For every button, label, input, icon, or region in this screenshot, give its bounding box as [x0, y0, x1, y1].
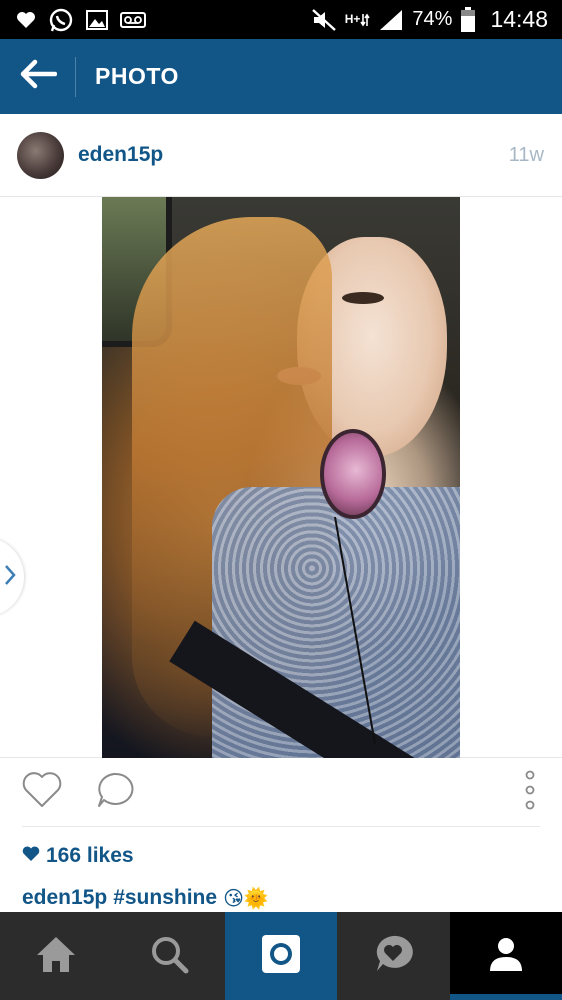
- tab-camera[interactable]: [224, 912, 338, 1000]
- post-username[interactable]: eden15p: [78, 143, 163, 167]
- whatsapp-icon: [48, 7, 74, 33]
- likes-count: 166 likes: [46, 844, 134, 867]
- network-icon: H+: [345, 12, 371, 28]
- page-title: PHOTO: [95, 63, 179, 89]
- tab-search[interactable]: [112, 912, 224, 1000]
- battery-icon: [460, 6, 476, 33]
- photo-headphone: [320, 429, 386, 519]
- tab-activity[interactable]: [337, 912, 449, 1000]
- bottom-nav: [0, 912, 562, 1000]
- more-vertical-icon: [524, 770, 536, 815]
- mute-icon: [311, 8, 337, 32]
- caption-username[interactable]: eden15p: [22, 886, 107, 910]
- camera-icon: [260, 933, 302, 980]
- avatar[interactable]: [17, 131, 64, 179]
- network-type-label: H+: [344, 12, 361, 26]
- photo-eye: [342, 292, 384, 304]
- voicemail-icon: [120, 11, 146, 28]
- like-button[interactable]: [20, 770, 64, 814]
- heart-filled-icon: [22, 844, 40, 868]
- post-photo[interactable]: [102, 197, 460, 758]
- status-bar: H+ 74% 14:48: [0, 0, 562, 39]
- post-header: eden15p 11w: [0, 114, 562, 196]
- caption-emojis: 😘🌞: [223, 887, 269, 910]
- tab-profile[interactable]: [449, 912, 562, 1000]
- app-bar: PHOTO: [0, 39, 562, 114]
- heart-icon: [16, 11, 36, 29]
- search-icon: [149, 934, 189, 979]
- likes-row[interactable]: 166 likes: [22, 843, 134, 869]
- chevron-right-icon: [4, 564, 16, 591]
- heart-outline-icon: [21, 771, 63, 814]
- comment-button[interactable]: [92, 770, 136, 814]
- activity-heart-bubble-icon: [372, 933, 414, 980]
- battery-percent: 74%: [412, 8, 453, 30]
- photo-area: [0, 196, 562, 758]
- action-bar: [0, 758, 562, 826]
- back-button[interactable]: [0, 39, 75, 114]
- comment-bubble-icon: [94, 771, 134, 814]
- action-separator: [22, 826, 540, 827]
- more-options-button[interactable]: [512, 767, 548, 817]
- profile-icon: [487, 935, 525, 978]
- carousel-next-button[interactable]: [0, 537, 24, 617]
- clock: 14:48: [490, 6, 548, 32]
- back-arrow-icon: [19, 59, 57, 94]
- caption: eden15p #sunshine 😘🌞: [22, 884, 269, 912]
- home-icon: [34, 934, 78, 979]
- signal-icon: [378, 9, 404, 31]
- gallery-icon: [86, 9, 108, 30]
- caption-hashtag[interactable]: #sunshine: [113, 886, 217, 910]
- post-time: 11w: [508, 143, 544, 166]
- tab-home[interactable]: [0, 912, 112, 1000]
